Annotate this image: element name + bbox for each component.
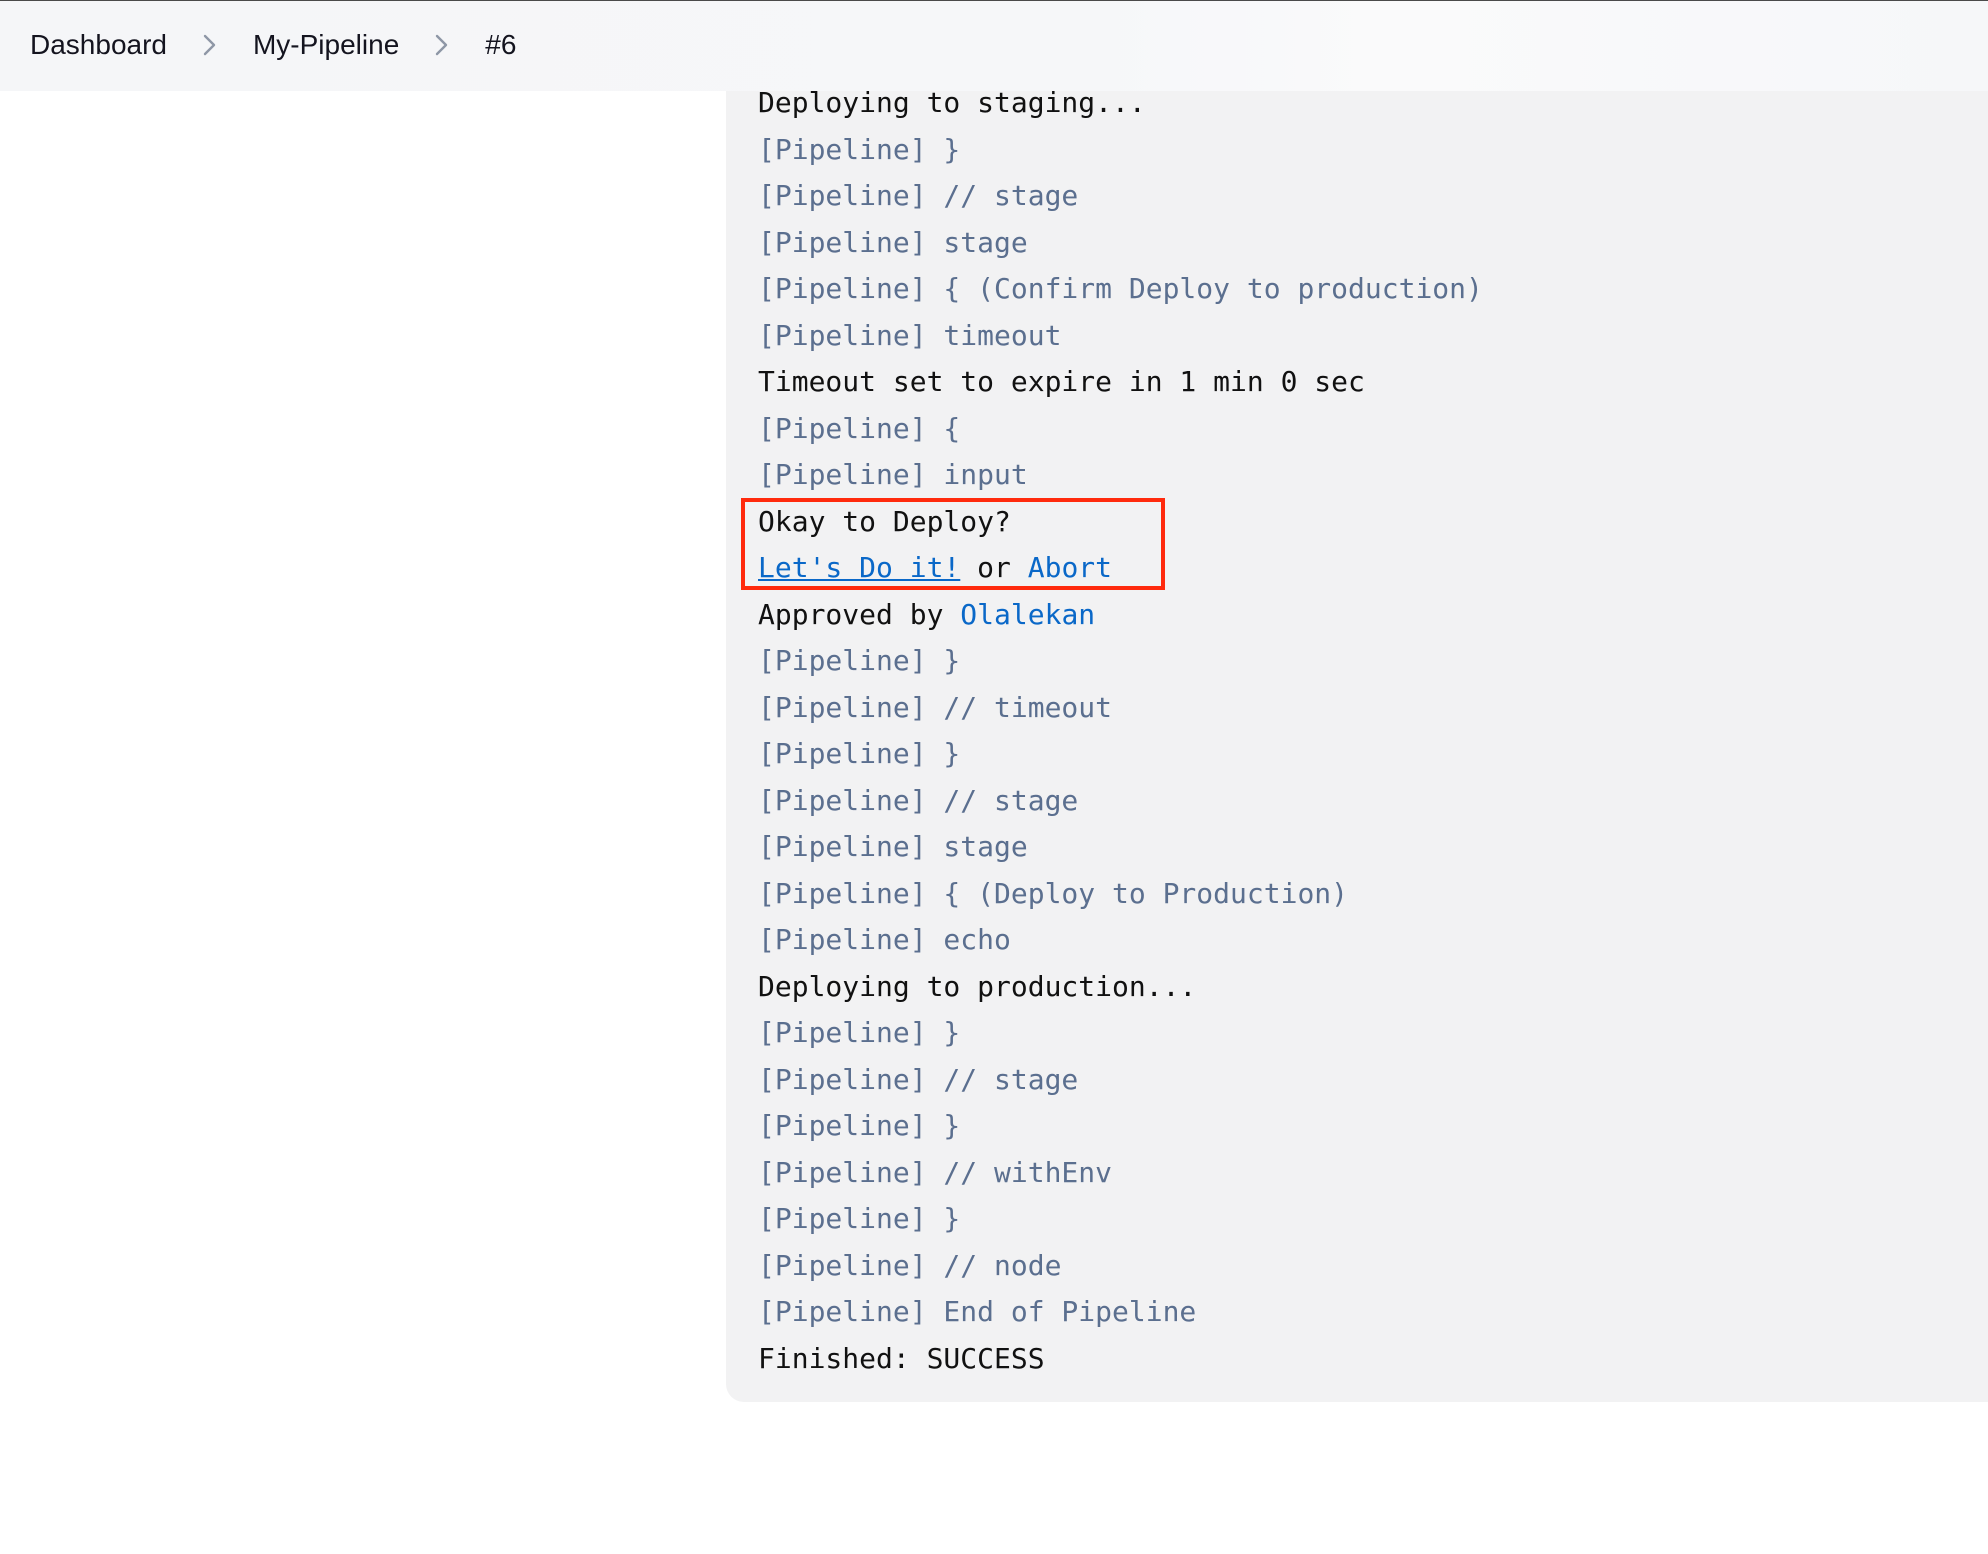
breadcrumb: Dashboard My-Pipeline #6 bbox=[30, 29, 516, 61]
console-line-pipeline: [Pipeline] echo bbox=[758, 923, 1011, 956]
console-line-pipeline: [Pipeline] // stage bbox=[758, 1062, 1079, 1096]
console-line-pipeline: [Pipeline] } bbox=[758, 644, 961, 677]
top-header-bar: Dashboard My-Pipeline #6 bbox=[0, 0, 1988, 91]
chevron-right-icon bbox=[189, 31, 231, 59]
approved-by-prefix: Approved by bbox=[758, 597, 961, 631]
console-line-pipeline: [Pipeline] } bbox=[758, 132, 961, 166]
console-line-pipeline: [Pipeline] stage bbox=[758, 830, 1028, 863]
console-line-pipeline: [Pipeline] // withEnv bbox=[758, 1155, 1113, 1189]
console-line-pipeline: [Pipeline] End of Pipeline bbox=[758, 1295, 1197, 1328]
console-line-pipeline: [Pipeline] } bbox=[758, 1109, 961, 1142]
console-line-output: Okay to Deploy? bbox=[758, 504, 1011, 538]
proceed-link[interactable]: Let's Do it! bbox=[758, 551, 960, 584]
console-line-pipeline: [Pipeline] { (Deploy to Production) bbox=[758, 876, 1349, 910]
console-line-pipeline: [Pipeline] } bbox=[758, 737, 961, 770]
console-line-pipeline: [Pipeline] timeout bbox=[758, 318, 1062, 352]
console-line-pipeline: [Pipeline] // node bbox=[758, 1248, 1062, 1282]
console-line-pipeline: [Pipeline] stage bbox=[758, 225, 1028, 259]
console-line-output: Finished: SUCCESS bbox=[758, 1341, 1045, 1375]
console-line-pipeline: [Pipeline] input bbox=[758, 458, 1028, 491]
breadcrumb-my-pipeline[interactable]: My-Pipeline bbox=[253, 29, 399, 61]
console-line-pipeline: [Pipeline] // timeout bbox=[758, 690, 1113, 724]
input-prompt-line: Let's Do it! or Abort bbox=[758, 545, 1483, 592]
console-line-pipeline: [Pipeline] // stage bbox=[758, 783, 1079, 817]
breadcrumb-dashboard[interactable]: Dashboard bbox=[30, 29, 167, 61]
console-line-output: Deploying to production... bbox=[758, 969, 1197, 1003]
chevron-right-icon bbox=[421, 31, 463, 59]
console-output-panel: Deploying to staging... [Pipeline] } [Pip… bbox=[726, 70, 1988, 1402]
console-lines: Deploying to staging... [Pipeline] } [Pip… bbox=[758, 80, 1483, 1382]
breadcrumb-build-number[interactable]: #6 bbox=[485, 29, 516, 61]
abort-link[interactable]: Abort bbox=[1028, 551, 1112, 584]
console-line-output: Timeout set to expire in 1 min 0 sec bbox=[758, 365, 1365, 398]
or-text: or bbox=[960, 551, 1028, 584]
approver-user-link[interactable]: Olalekan bbox=[960, 598, 1095, 631]
console-line-pipeline: [Pipeline] } bbox=[758, 1202, 961, 1235]
console-line-pipeline: [Pipeline] { (Confirm Deploy to producti… bbox=[758, 272, 1483, 305]
console-line-pipeline: [Pipeline] } bbox=[758, 1016, 961, 1049]
console-line-pipeline: [Pipeline] { bbox=[758, 411, 961, 445]
console-line-pipeline: [Pipeline] // stage bbox=[758, 179, 1079, 212]
approved-by-line: Approved by Olalekan bbox=[758, 592, 1483, 639]
